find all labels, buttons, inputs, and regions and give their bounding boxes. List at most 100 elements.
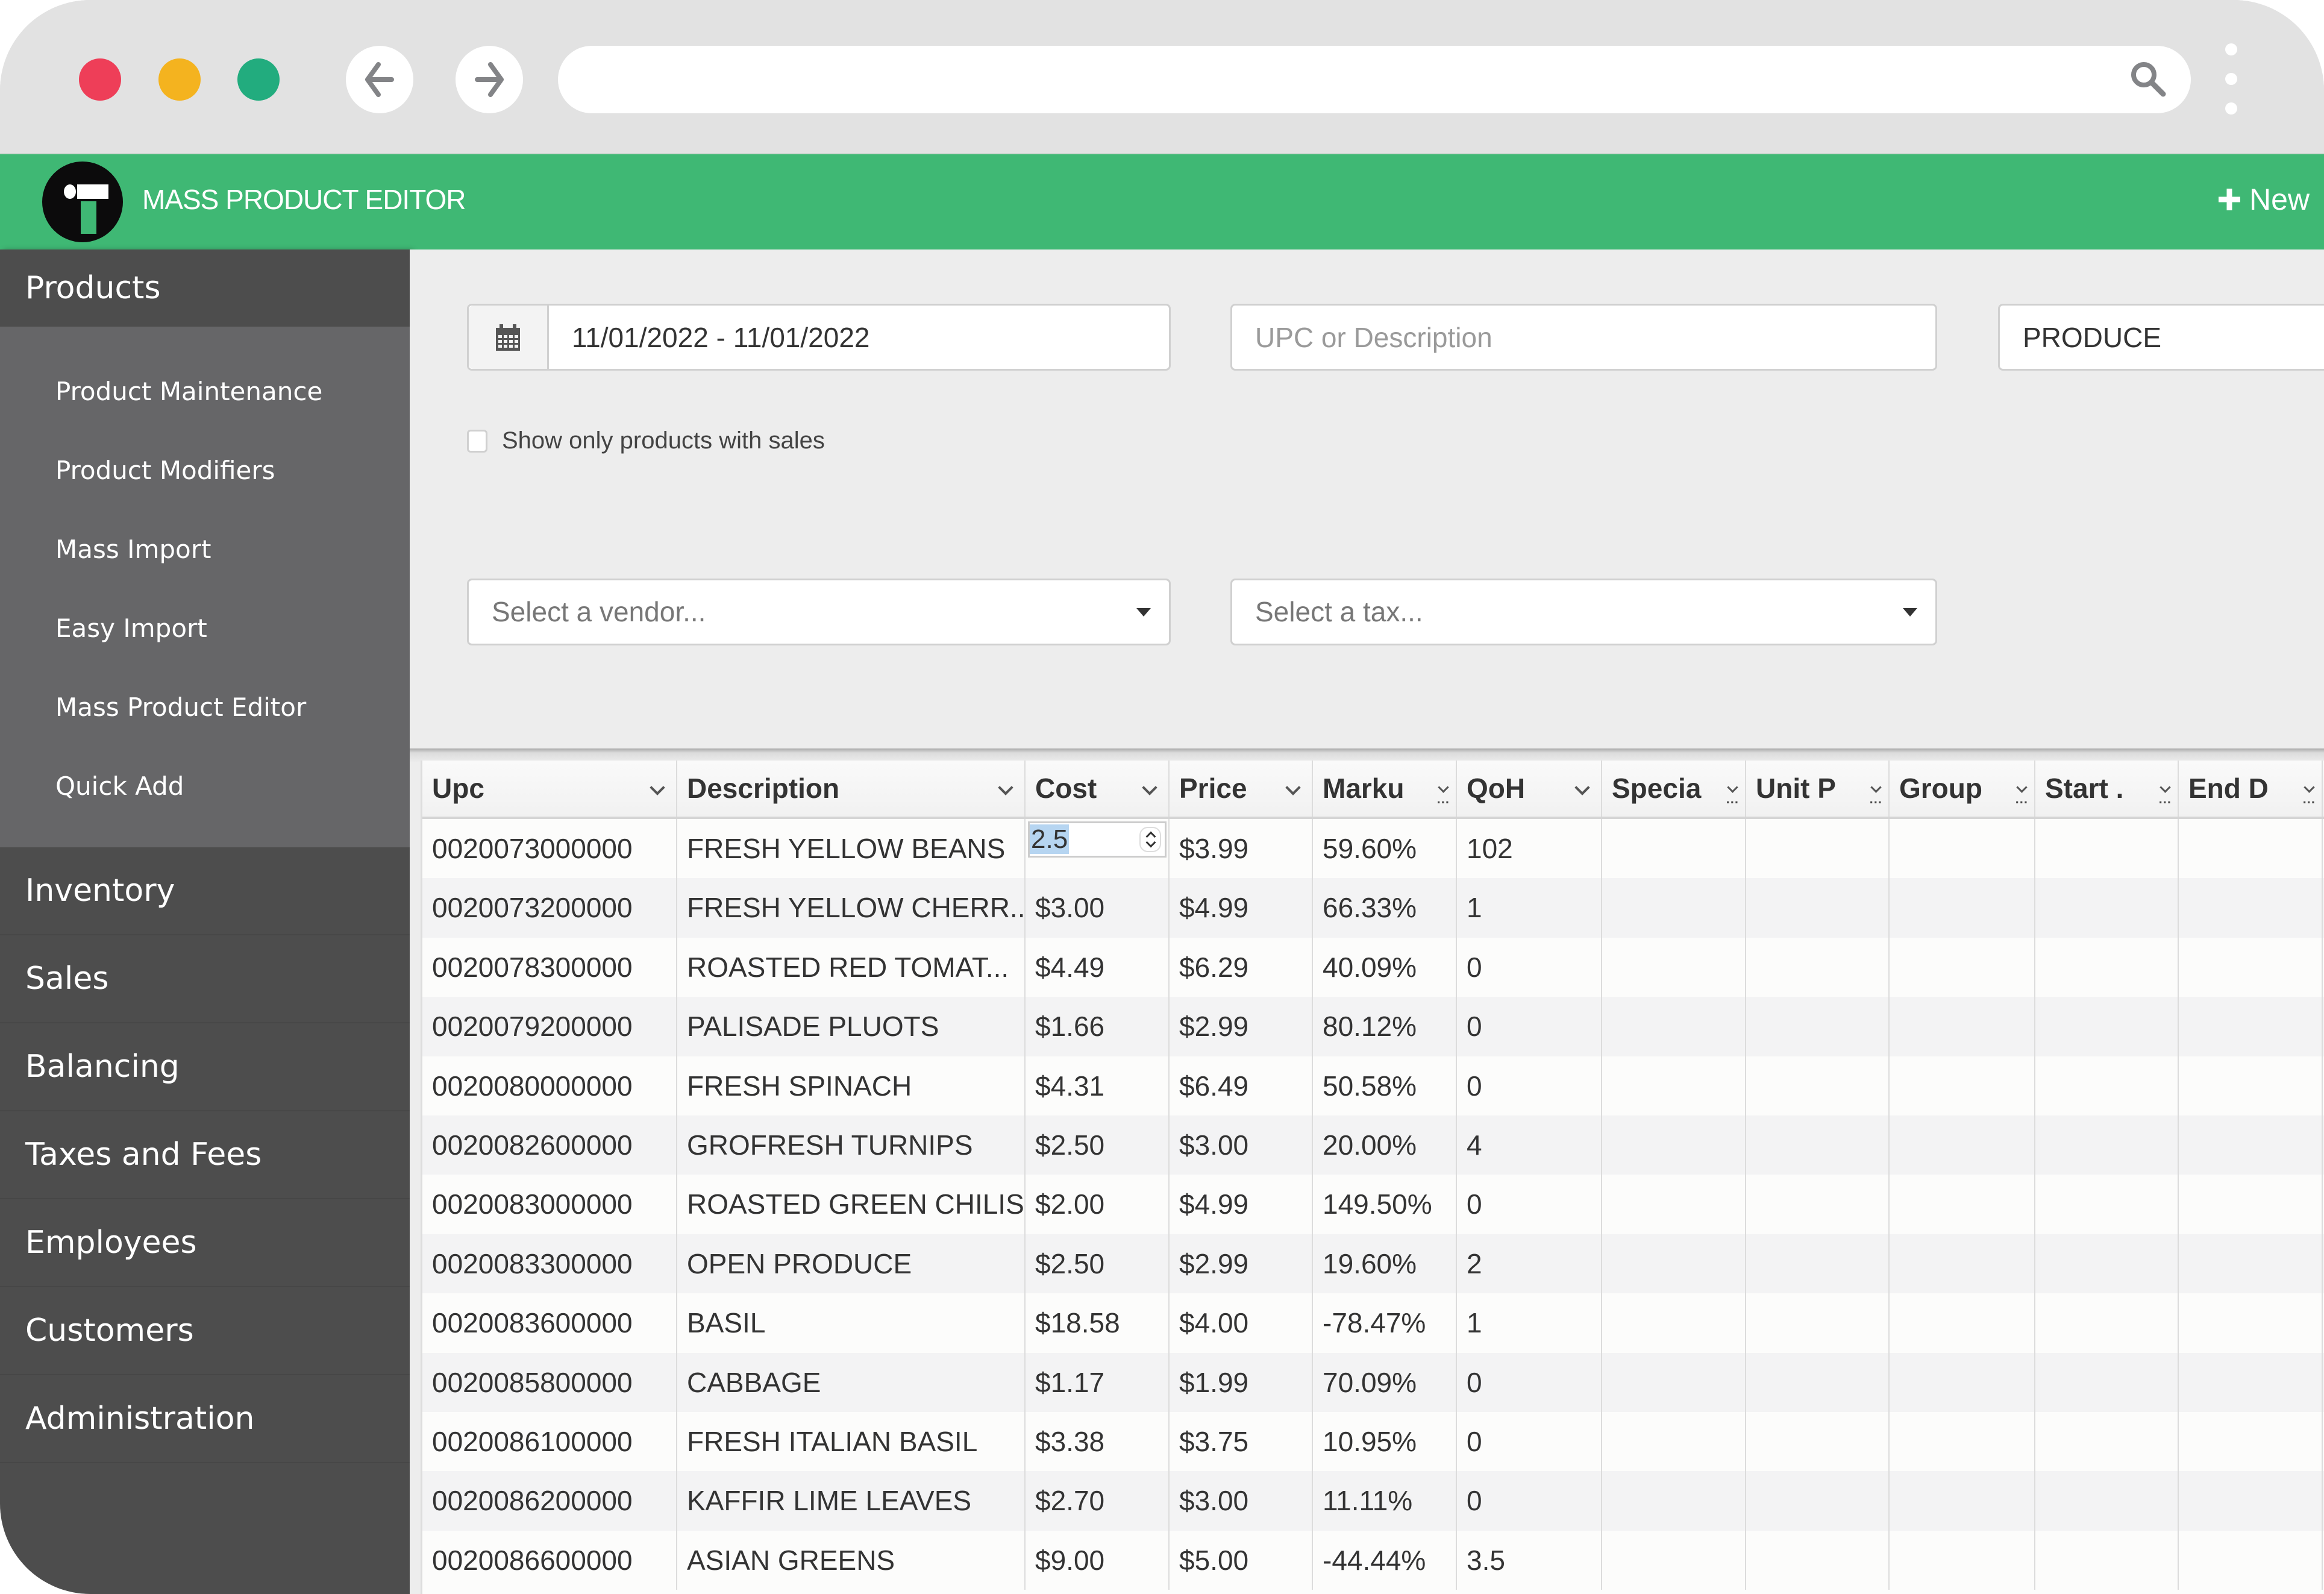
cell-qoh[interactable]: 0	[1457, 1056, 1602, 1115]
cell-cost[interactable]: $2.00	[1026, 1175, 1170, 1234]
cell-specia[interactable]	[1602, 819, 1746, 879]
cell-upc[interactable]: 0020083600000	[422, 1293, 677, 1353]
cell-group[interactable]	[1890, 1530, 2035, 1590]
cell-start[interactable]	[2035, 1530, 2179, 1590]
cell-markup[interactable]: 50.58%	[1313, 1056, 1457, 1115]
cell-end-d[interactable]	[2179, 878, 2323, 938]
cell-upc[interactable]: 0020078300000	[422, 937, 677, 997]
cell-price[interactable]: $3.00	[1170, 1471, 1313, 1531]
cell-unit-p[interactable]	[1746, 997, 1890, 1056]
table-row[interactable]: 0020080000000 FRESH SPINACH $4.31 $6.49 50.5…	[422, 1056, 2324, 1115]
calendar-button[interactable]	[469, 306, 549, 369]
cell-end-d[interactable]	[2179, 819, 2323, 879]
cell-start[interactable]	[2035, 1056, 2179, 1115]
maximize-window-button[interactable]	[237, 58, 280, 101]
cell-group[interactable]	[1890, 1234, 2035, 1294]
sidebar-section-products[interactable]: Products	[0, 249, 410, 327]
cell-price[interactable]: $5.00	[1170, 1530, 1313, 1590]
cell-end-d[interactable]	[2179, 1234, 2323, 1294]
cell-markup[interactable]: 149.50%	[1313, 1175, 1457, 1234]
cell-group[interactable]	[1890, 1412, 2035, 1472]
kebab-menu-icon[interactable]	[2224, 43, 2238, 116]
cell-description[interactable]: KAFFIR LIME LEAVES	[677, 1471, 1026, 1531]
cell-cost[interactable]: $2.50	[1026, 1234, 1170, 1294]
cell-description[interactable]: OPEN PRODUCE	[677, 1234, 1026, 1294]
cell-cost[interactable]: $4.31	[1026, 1056, 1170, 1115]
cell-markup[interactable]: 11.11%	[1313, 1471, 1457, 1531]
cell-markup[interactable]: 70.09%	[1313, 1352, 1457, 1412]
cell-specia[interactable]	[1602, 1412, 1746, 1472]
cell-price[interactable]: $2.99	[1170, 1234, 1313, 1294]
column-header-end-d[interactable]: End D...	[2179, 761, 2323, 817]
table-row[interactable]: 0020083600000 BASIL $18.58 $4.00 -78.47% 1	[422, 1293, 2324, 1353]
cell-qoh[interactable]: 1	[1457, 1293, 1602, 1353]
cell-description[interactable]: BASIL	[677, 1293, 1026, 1353]
cell-unit-p[interactable]	[1746, 1471, 1890, 1531]
cell-markup[interactable]: 40.09%	[1313, 937, 1457, 997]
cell-specia[interactable]	[1602, 1530, 1746, 1590]
cell-unit-p[interactable]	[1746, 1115, 1890, 1175]
cell-price[interactable]: $3.75	[1170, 1412, 1313, 1472]
chevron-down-icon[interactable]	[1142, 780, 1157, 795]
cell-start[interactable]	[2035, 937, 2179, 997]
cell-group[interactable]	[1890, 1352, 2035, 1412]
cell-end-d[interactable]	[2179, 937, 2323, 997]
cell-end-d[interactable]	[2179, 1352, 2323, 1412]
cell-upc[interactable]: 0020082600000	[422, 1115, 677, 1175]
cell-specia[interactable]	[1602, 878, 1746, 938]
cell-qoh[interactable]: 102	[1457, 819, 1602, 879]
number-spinner[interactable]	[1139, 827, 1161, 852]
cell-qoh[interactable]: 0	[1457, 1471, 1602, 1531]
cell-cost[interactable]: $1.66	[1026, 997, 1170, 1056]
cell-description[interactable]: CABBAGE	[677, 1352, 1026, 1412]
cell-specia[interactable]	[1602, 1234, 1746, 1294]
cell-qoh[interactable]: 0	[1457, 1175, 1602, 1234]
cell-qoh[interactable]: 0	[1457, 997, 1602, 1056]
cell-markup[interactable]: 80.12%	[1313, 997, 1457, 1056]
cell-unit-p[interactable]	[1746, 1056, 1890, 1115]
sidebar-item-easy-import[interactable]: Easy Import	[0, 589, 410, 668]
chevron-down-icon[interactable]	[1574, 780, 1590, 795]
cell-start[interactable]	[2035, 1234, 2179, 1294]
cell-cost[interactable]: $3.00	[1026, 878, 1170, 938]
cell-specia[interactable]	[1602, 937, 1746, 997]
cell-qoh[interactable]: 0	[1457, 1352, 1602, 1412]
sidebar-section-employees[interactable]: Employees	[0, 1199, 410, 1287]
column-header-unit-p[interactable]: Unit P...	[1746, 761, 1890, 817]
back-button[interactable]	[346, 46, 413, 113]
cell-unit-p[interactable]	[1746, 1175, 1890, 1234]
cell-description[interactable]: ROASTED RED TOMAT...	[677, 937, 1026, 997]
cost-editor-input[interactable]: 2.5	[1028, 821, 1167, 858]
tax-select[interactable]: Select a tax...	[1230, 579, 1937, 645]
cell-qoh[interactable]: 0	[1457, 1412, 1602, 1472]
cell-description[interactable]: FRESH SPINACH	[677, 1056, 1026, 1115]
cell-description[interactable]: ASIAN GREENS	[677, 1530, 1026, 1590]
minimize-window-button[interactable]	[158, 58, 201, 101]
sidebar-item-mass-import[interactable]: Mass Import	[0, 510, 410, 589]
upc-search-input[interactable]	[1232, 306, 1935, 369]
close-window-button[interactable]	[79, 58, 121, 101]
cell-description[interactable]: FRESH YELLOW BEANS	[677, 819, 1026, 879]
cell-upc[interactable]: 0020080000000	[422, 1056, 677, 1115]
column-header-specia[interactable]: Specia...	[1602, 761, 1746, 817]
cell-upc[interactable]: 0020085800000	[422, 1352, 677, 1412]
table-row[interactable]: 0020079200000 PALISADE PLUOTS $1.66 $2.99 80…	[422, 997, 2324, 1056]
cell-description[interactable]: FRESH YELLOW CHERR...	[677, 878, 1026, 938]
table-row[interactable]: 0020086100000 FRESH ITALIAN BASIL $3.38 $3.…	[422, 1412, 2324, 1472]
cell-specia[interactable]	[1602, 1115, 1746, 1175]
cell-start[interactable]	[2035, 1115, 2179, 1175]
cell-start[interactable]	[2035, 1293, 2179, 1353]
cell-specia[interactable]	[1602, 1175, 1746, 1234]
cell-group[interactable]	[1890, 1471, 2035, 1531]
cell-price[interactable]: $4.00	[1170, 1293, 1313, 1353]
cell-markup[interactable]: 66.33%	[1313, 878, 1457, 938]
cell-unit-p[interactable]	[1746, 1234, 1890, 1294]
cell-cost[interactable]: $1.17	[1026, 1352, 1170, 1412]
table-row[interactable]: 0020083300000 OPEN PRODUCE $2.50 $2.99 19.60…	[422, 1234, 2324, 1294]
sidebar-item-mass-product-editor[interactable]: Mass Product Editor	[0, 668, 410, 747]
table-row[interactable]: 0020073200000 FRESH YELLOW CHERR... $3.00 $…	[422, 878, 2324, 938]
cell-start[interactable]	[2035, 1471, 2179, 1531]
cell-price[interactable]: $6.49	[1170, 1056, 1313, 1115]
cell-markup[interactable]: 10.95%	[1313, 1412, 1457, 1472]
sidebar-item-quick-add[interactable]: Quick Add	[0, 747, 410, 826]
